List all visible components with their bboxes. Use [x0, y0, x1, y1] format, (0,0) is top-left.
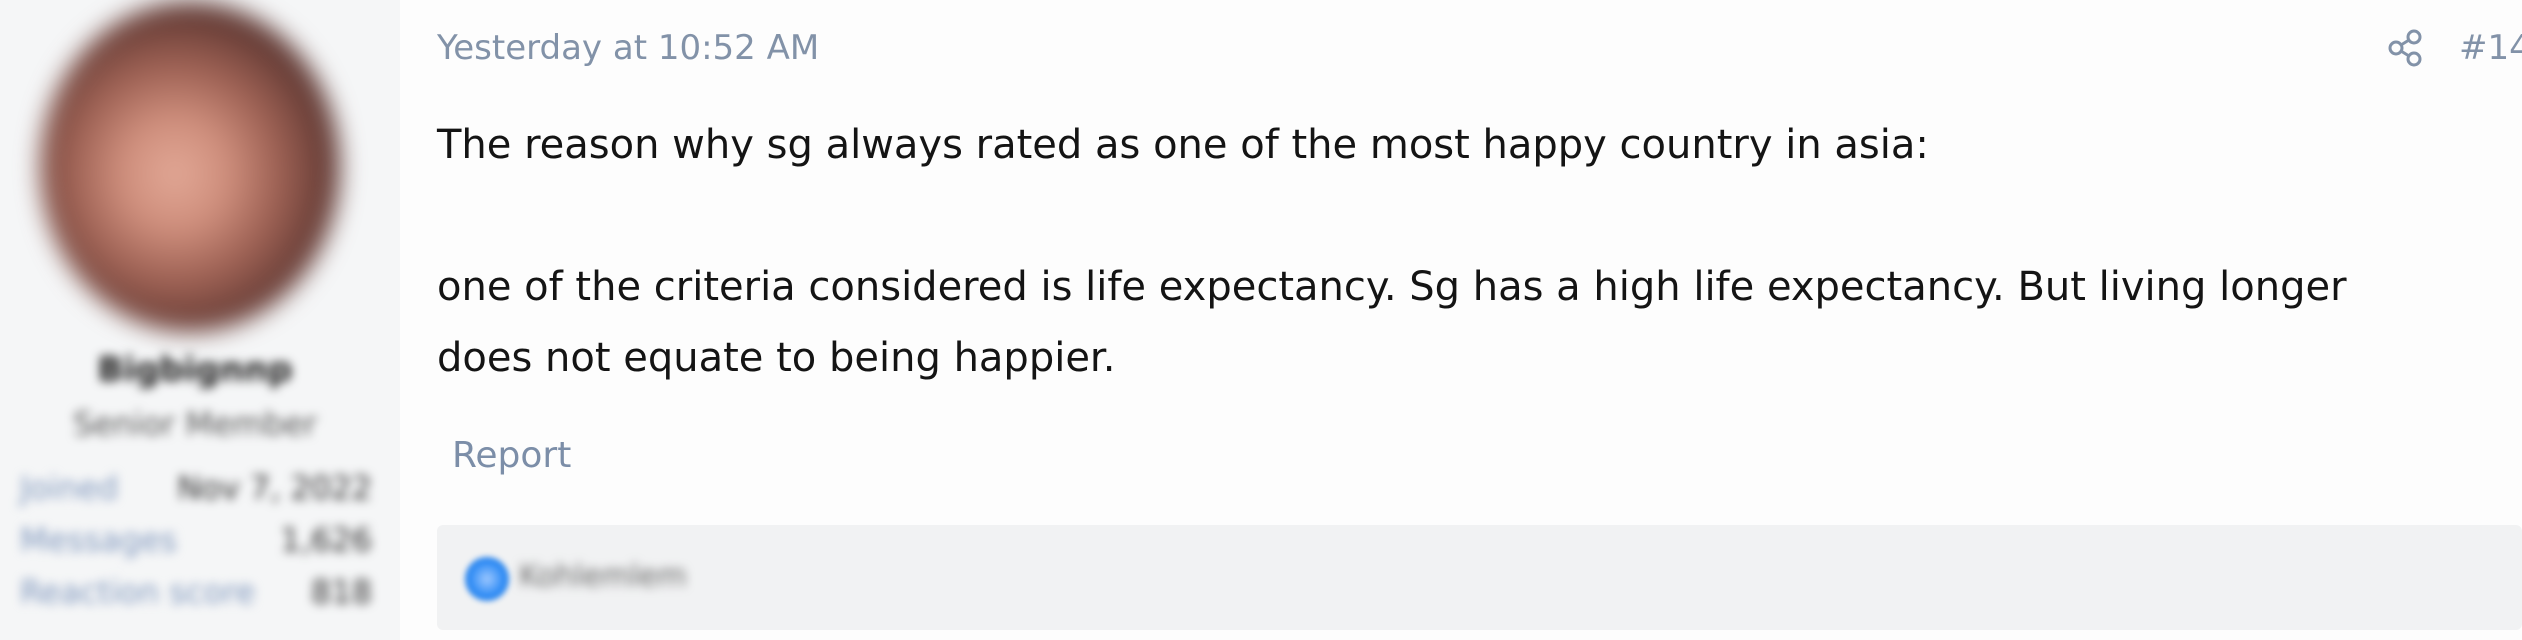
user-title: Senior Member: [73, 405, 317, 443]
reaction-user-link[interactable]: Kohlemlem: [519, 559, 687, 594]
post-timestamp[interactable]: Yesterday at 10:52 AM: [437, 28, 819, 68]
message-user-cell: Bigbignnp Senior Member Joined Nov 7, 20…: [0, 0, 400, 640]
post-paragraph: The reason why sg always rated as one of…: [437, 122, 1929, 168]
post-number-link[interactable]: #14: [2459, 28, 2522, 68]
user-stats: Joined Nov 7, 2022 Messages 1,626 Reacti…: [20, 462, 372, 618]
post-paragraph: one of the criteria considered is life e…: [437, 264, 2347, 381]
stat-label: Messages: [20, 521, 177, 559]
stat-value: 1,626: [280, 521, 372, 559]
stat-row-joined: Joined Nov 7, 2022: [20, 462, 372, 514]
report-link[interactable]: Report: [452, 435, 571, 476]
username[interactable]: Bigbignnp: [0, 350, 390, 390]
message-main: Yesterday at 10:52 AM #14 The reason why…: [437, 0, 2522, 640]
reactions-bar: Kohlemlem: [437, 525, 2522, 630]
stat-label: Joined: [20, 469, 119, 507]
stat-row-reaction-score: Reaction score 818: [20, 566, 372, 618]
share-icon[interactable]: [2387, 28, 2425, 68]
paragraph-break: [437, 181, 2437, 252]
stat-value: 818: [310, 573, 372, 611]
post-body: The reason why sg always rated as one of…: [437, 110, 2437, 394]
like-icon: [465, 557, 509, 601]
stat-row-messages: Messages 1,626: [20, 514, 372, 566]
stat-value: Nov 7, 2022: [177, 469, 372, 507]
avatar[interactable]: [40, 2, 340, 332]
stat-label: Reaction score: [20, 573, 256, 611]
